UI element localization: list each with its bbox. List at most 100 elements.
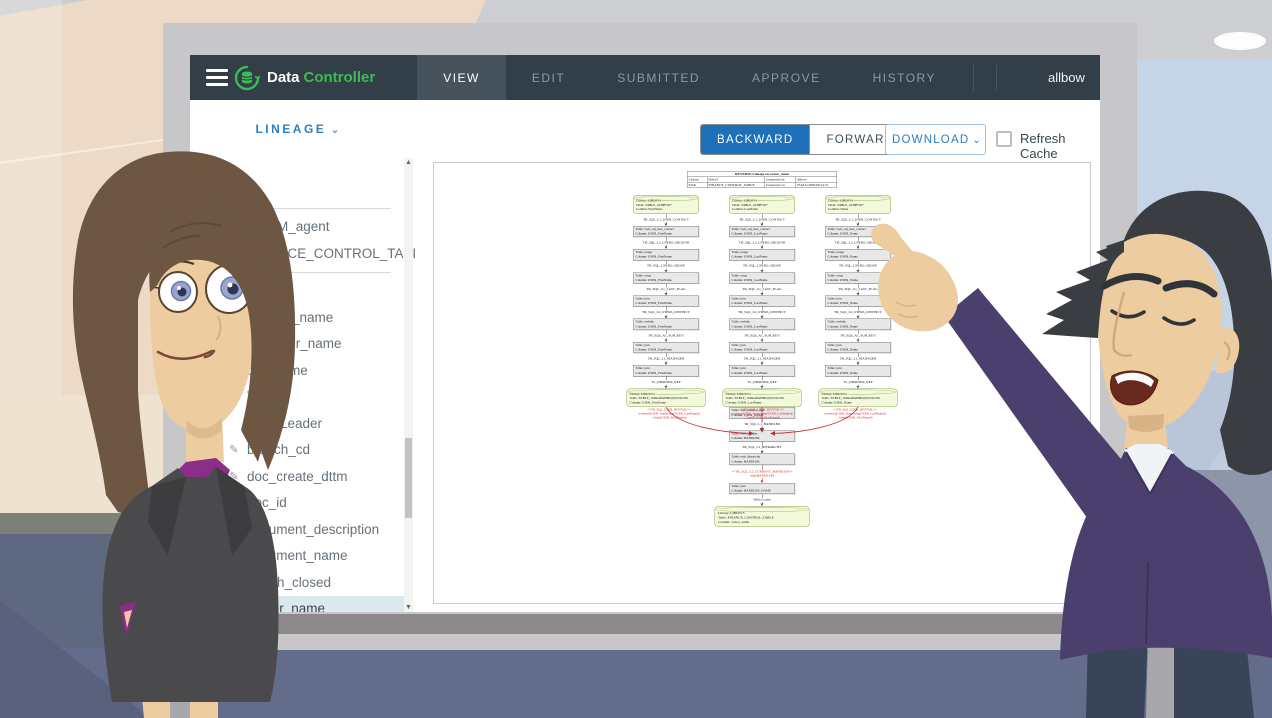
diagram-table-node: Table: wrapColumn: USER_LastName: [729, 272, 795, 283]
node-text-line: Column: USER_FirstName: [636, 255, 697, 260]
diagram-table-node: Table: usageColumn: USER_LastName: [729, 249, 795, 260]
diagram-header-row: TableFINANCE_CONTROL_TABLEGenerated on05…: [688, 182, 837, 188]
node-text-line: Column: HANDLER_NAME: [732, 488, 793, 493]
node-text-line: Column: USER_LastName: [732, 255, 793, 260]
diagram-edge: TR_SQL_USERS_GROUP: [624, 260, 708, 272]
diagram-columns: Library: LIBLEV4Table: TABLE_223887b27Co…: [624, 195, 900, 407]
node-text-line: Column: HANDLER: [732, 459, 793, 464]
node-text-line: Column: USER_LastName: [732, 348, 793, 353]
diagram-edge-label: Table Loader: [752, 498, 772, 502]
diagram-edge: TR_SQL_L1_MANAGER: [720, 353, 804, 365]
node-text-line: Column: USER_LastName: [732, 371, 793, 376]
diagram-edge: TR_SQL_L1_HANDLER: [715, 418, 810, 430]
merge-expression-line: ','||trim(USER_FirstName)): [624, 416, 714, 420]
refresh-cache-checkbox[interactable]: [996, 131, 1012, 147]
diagram-header-cell: FINANCE_CONTROL_TABLE: [708, 182, 766, 188]
cylinder-text-line: Column: FirstName: [636, 208, 696, 212]
diagram-cylinder-node: Library: LIBLEV4Table: TABLE_1669e48bd98…: [627, 388, 706, 407]
diagram-edge-label: TL_DIMUSER_REP: [650, 380, 681, 384]
diagram-edge-label: TR_SQL_A1_LAST_FLAG: [645, 287, 686, 291]
cylinder-text-line: Column: owner_name: [718, 520, 806, 525]
diagram-table-node: Table: webslpColumn: USER_LastName: [729, 319, 795, 330]
diagram-edge-label: TR_SQL_A1_SUB_KEY: [743, 334, 780, 338]
top-navbar: Data Controller VIEWEDITSUBMITTEDAPPROVE…: [190, 55, 1100, 100]
navbar-divider: [973, 65, 974, 91]
diagram-edge: TR_SQL_L2_USERS_GROUND: [720, 237, 804, 249]
app-logo[interactable]: Data Controller: [228, 55, 389, 100]
diagram-edge: TR_SQL_A1_LAST_FLAG: [624, 284, 708, 296]
diagram-table-node: Table: joinColumn: USER_FirstName: [633, 296, 699, 307]
database-logo-icon: [234, 65, 260, 91]
tab-submitted[interactable]: SUBMITTED: [591, 55, 726, 100]
diagram-edge: TR_SQL_A1_LAST_FLAG: [720, 284, 804, 296]
cylinder-text-line: Column: USER_LastName: [726, 401, 799, 405]
tab-approve[interactable]: APPROVE: [726, 55, 847, 100]
node-text-line: Column: USER_LastName: [732, 301, 793, 306]
tab-edit[interactable]: EDIT: [506, 55, 591, 100]
chevron-down-icon: ⌄: [972, 135, 982, 146]
node-text-line: Column: USER_LastName: [732, 278, 793, 283]
download-label: DOWNLOAD: [892, 134, 969, 146]
tab-view[interactable]: VIEW: [417, 55, 506, 100]
ceiling-light: [1214, 32, 1266, 50]
diagram-edge: TR_SQL_A1_SUB_KEY: [624, 330, 708, 342]
diagram-cylinder-node: Library: LIBLEV4Table: TABLE_223887b27Co…: [633, 195, 699, 214]
diagram-edge: TR_SQL_L1_MANAGER: [624, 353, 708, 365]
navbar-divider: [996, 65, 997, 91]
diagram-table-node: Table: joinColumn: USER_LastName: [729, 296, 795, 307]
diagram-cylinder-node: Library: LIBLEV4Table: TABLE_1669e48bd98…: [723, 388, 802, 407]
tab-history[interactable]: HISTORY: [847, 55, 962, 100]
node-text-line: Column: USER_FirstName: [636, 278, 697, 283]
diagram-column: Library: LIBLEV4Table: TABLE_223887b27Co…: [624, 195, 708, 407]
cylinder-text-line: Column: LastName: [732, 208, 792, 212]
diagram-edge: TR_SQL_L1_USER_CONTACT: [720, 214, 804, 226]
diagram-edge: <<TR_SQL_L1_CURRENT_HANDLER>>trim(HANDLE…: [715, 465, 810, 483]
diagram-table-node: Table: usageColumn: USER_FirstName: [633, 249, 699, 260]
diagram-header: REVERSE Lineage on owner_nameLibrarylibl…: [687, 171, 837, 188]
diagram-edge: TR_SQL_L1_USER_CONTACT: [624, 214, 708, 226]
diagram-edge-label: TR_SQL_USERS_GROUP: [742, 264, 782, 268]
node-text-line: Column: USER_LastName: [732, 324, 793, 329]
user-menu[interactable]: allbow: [1048, 70, 1085, 85]
node-text-line: Column: HANDLER: [732, 436, 793, 441]
man-illustration: [860, 180, 1272, 718]
diagram-cylinder-node: Library: LIBLEV5Table: FINANCE_CONTROL_T…: [715, 506, 810, 527]
diagram-table-node: Table: web_sql_user_contactColumn: USER_…: [633, 226, 699, 237]
diagram-table-node: Table: joinColumn: USER_FirstName: [633, 342, 699, 353]
diagram-edge-label: TL_DIMUSER_REP: [746, 380, 777, 384]
diagram-edge-label: TR_SQL_L2_HIERARCHY: [741, 446, 782, 450]
menu-icon[interactable]: [190, 55, 228, 100]
backward-button[interactable]: BACKWARD: [701, 125, 809, 154]
diagram-table-node: Table: wrapColumn: USER_FirstName: [633, 272, 699, 283]
diagram-edge-label: TR_SQL_L1_USER_CONTACT: [738, 218, 786, 222]
node-text-line: Column: USER_FirstName: [636, 231, 697, 236]
diagram-edge: TL_DIMUSER_REP: [624, 376, 708, 388]
diagram-edge-label: TR_SQL_L1_MANAGER: [743, 357, 782, 361]
lineage-label: LINEAGE: [255, 122, 326, 136]
sidebar-scrollbar[interactable]: ▲ ▼: [404, 158, 413, 612]
diagram-edge: TL_DIMUSER_REP: [720, 376, 804, 388]
scroll-up-icon[interactable]: ▲: [404, 159, 413, 166]
diagram-table-node: Table: joinColumn: USER_FirstName: [633, 365, 699, 376]
diagram-table-node: Table: joinColumn: HANDLER_NAME: [729, 483, 795, 494]
diagram-table-node: Table: web_hierarchyColumn: HANDLER: [729, 454, 795, 465]
scroll-down-icon[interactable]: ▼: [404, 604, 413, 611]
lineage-dropdown[interactable]: LINEAGE⌄: [190, 122, 405, 136]
woman-illustration: [60, 148, 360, 718]
diagram-edge-label: TR_SQL_L1_HANDLER: [743, 422, 781, 426]
scrollbar-thumb[interactable]: [405, 438, 412, 518]
diagram-header-cell: 05AUG2020:09:14:21: [796, 182, 838, 188]
scene: { "colors": { "navbar_bg": "#323e48", "b…: [0, 0, 1272, 718]
diagram-table-node: Table: web_sql_user_contactColumn: USER_…: [729, 226, 795, 237]
diagram-edge-label: TR_SQL_L2_USERS_GROUND: [642, 241, 690, 245]
logo-text-primary: Data: [267, 69, 300, 86]
diagram-tail: Table: web_distinct_userColumn: USER_NAM…: [715, 407, 810, 527]
edge-label-line: trim(HANDLER): [731, 474, 792, 478]
diagram-table-node: Table: joinColumn: USER_LastName: [729, 365, 795, 376]
diagram-column: Library: LIBLEV4Table: TABLE_223887b27Co…: [720, 195, 804, 407]
diagram-header-cell: Generated on: [765, 182, 796, 188]
node-text-line: Column: USER_FirstName: [636, 348, 697, 353]
download-button[interactable]: DOWNLOAD⌄: [885, 124, 986, 155]
refresh-cache-label: Refresh Cache: [1020, 131, 1100, 161]
diagram-header-cell: Table: [688, 182, 708, 188]
